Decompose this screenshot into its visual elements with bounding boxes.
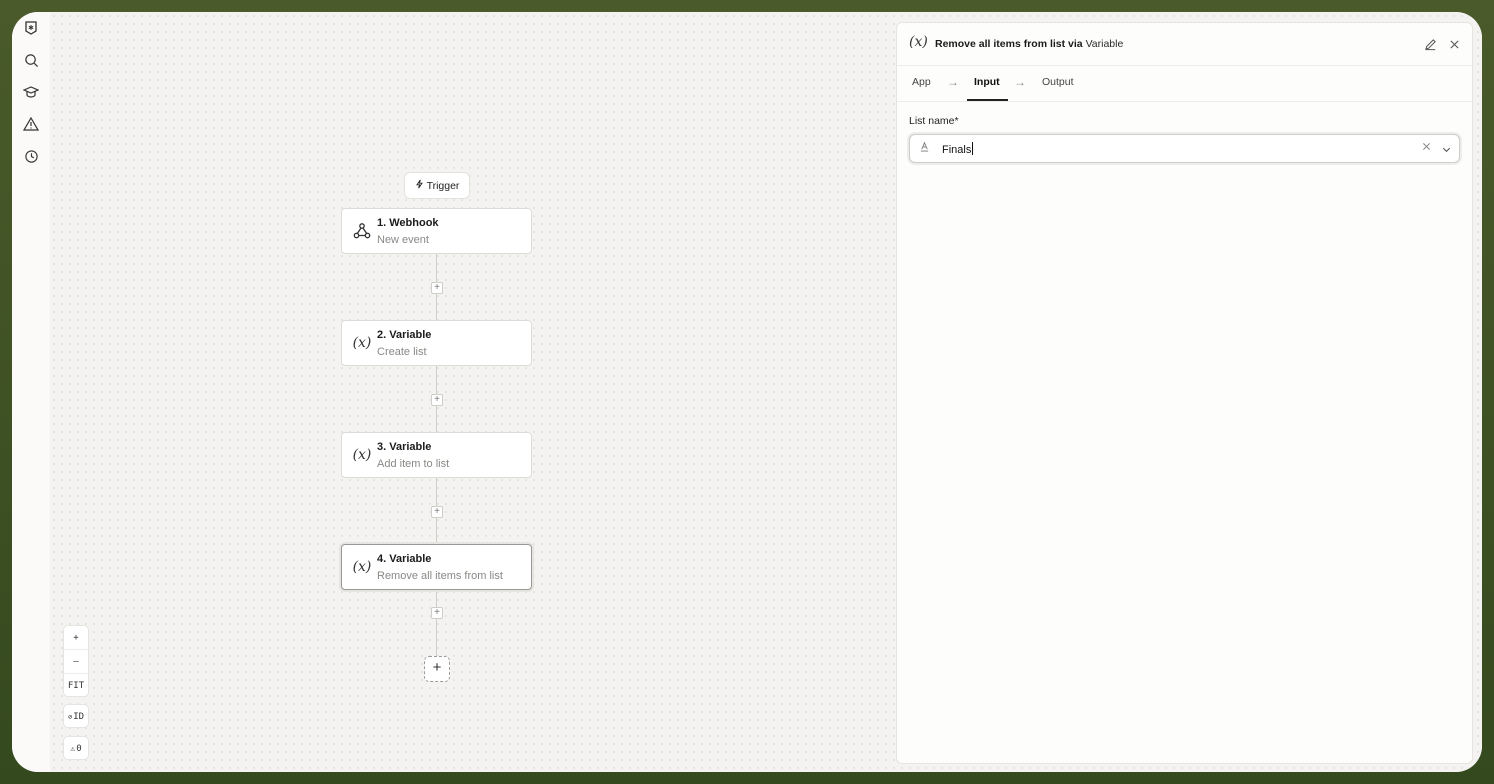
tab-app[interactable]: App: [912, 76, 931, 88]
text-type-icon: [919, 141, 930, 155]
history-icon[interactable]: [21, 146, 41, 166]
id-toggle-label: ID: [73, 711, 85, 722]
zoom-in-button[interactable]: +: [64, 626, 88, 649]
insert-step-button[interactable]: +: [431, 607, 443, 619]
active-tab-indicator: [967, 99, 1008, 101]
zoom-out-button[interactable]: —: [64, 649, 88, 673]
add-step-button[interactable]: +: [424, 656, 450, 682]
arrow-right-icon: →: [947, 75, 959, 89]
variable-icon: (x): [909, 34, 928, 50]
node-subtitle: New event: [377, 234, 429, 246]
tab-output[interactable]: Output: [1042, 76, 1074, 88]
zoom-controls: + — FIT: [63, 625, 89, 697]
panel-title: Remove all items from list via Variable: [935, 38, 1123, 50]
node-title: 4. Variable: [377, 553, 432, 565]
fit-button[interactable]: FIT: [64, 673, 88, 697]
warning-icon[interactable]: [21, 114, 41, 134]
insert-step-button[interactable]: +: [431, 506, 443, 518]
node-title: 3. Variable: [377, 441, 432, 453]
insert-step-button[interactable]: +: [431, 282, 443, 294]
list-name-input[interactable]: Finals: [942, 142, 974, 156]
workflow-node-variable-selected[interactable]: (x) 4. Variable Remove all items from li…: [341, 544, 532, 590]
warnings-count: 0: [76, 743, 82, 754]
star-badge-icon[interactable]: [21, 18, 41, 38]
search-icon[interactable]: [21, 50, 41, 70]
panel-title-action: Remove all items from list via: [935, 38, 1086, 50]
workflow-node-variable[interactable]: (x) 3. Variable Add item to list: [341, 432, 532, 478]
clear-icon[interactable]: [1422, 142, 1431, 154]
variable-icon: (x): [352, 559, 372, 575]
warning-icon: ⚠: [70, 744, 76, 753]
trigger-label: Trigger: [426, 179, 460, 192]
warnings-counter[interactable]: ⚠ 0: [63, 736, 89, 760]
arrow-right-icon: →: [1014, 75, 1026, 89]
panel-tabs: App → Input → Output: [897, 65, 1472, 102]
variable-icon: (x): [352, 447, 372, 463]
node-subtitle: Add item to list: [377, 458, 450, 470]
chevron-down-icon[interactable]: [1441, 142, 1452, 160]
node-title: 1. Webhook: [377, 217, 439, 229]
lightning-icon: [415, 179, 424, 192]
panel-title-app: Variable: [1085, 38, 1124, 50]
node-subtitle: Create list: [377, 346, 427, 358]
close-icon[interactable]: [1446, 36, 1462, 52]
workflow-node-variable[interactable]: (x) 2. Variable Create list: [341, 320, 532, 366]
connector-line: [436, 590, 437, 656]
tab-input[interactable]: Input: [974, 76, 1000, 88]
app-window: Trigger 1. Webhook New event + (x) 2. Va…: [12, 12, 1482, 772]
step-config-panel: (x) Remove all items from list via Varia…: [896, 22, 1473, 764]
panel-header: (x) Remove all items from list via Varia…: [897, 23, 1472, 66]
trigger-pill[interactable]: Trigger: [404, 172, 470, 199]
webhook-icon: [350, 219, 374, 243]
id-toggle[interactable]: ⊘ ID: [63, 704, 89, 728]
workflow-node-webhook[interactable]: 1. Webhook New event: [341, 208, 532, 254]
node-subtitle: Remove all items from list: [377, 570, 503, 582]
variable-icon: (x): [352, 335, 372, 351]
insert-step-button[interactable]: +: [431, 394, 443, 406]
edit-icon[interactable]: [1422, 36, 1438, 52]
graduation-cap-icon[interactable]: [21, 82, 41, 102]
list-name-field[interactable]: Finals: [909, 134, 1460, 163]
sidebar: [12, 12, 51, 772]
field-label: List name*: [909, 115, 959, 127]
eye-off-icon: ⊘: [67, 712, 73, 721]
node-title: 2. Variable: [377, 329, 432, 341]
